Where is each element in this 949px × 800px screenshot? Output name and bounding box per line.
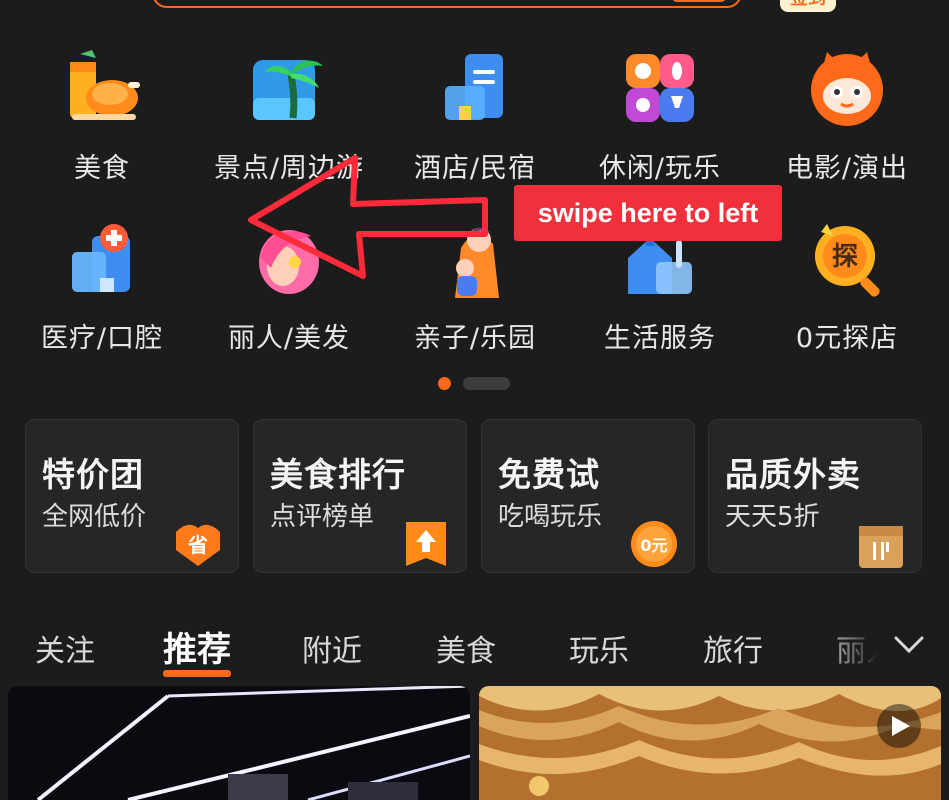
promo-subtitle: 吃喝玩乐 <box>498 502 603 532</box>
category-label: 医疗/口腔 <box>40 323 164 354</box>
feed-card[interactable] <box>479 686 941 800</box>
explore-magnifier-icon: 探 <box>807 218 887 298</box>
category-label: 生活服务 <box>604 323 716 354</box>
save-badge-icon: 省 <box>172 518 224 568</box>
promo-subtitle: 天天5折 <box>725 502 820 532</box>
chevron-down-icon[interactable] <box>892 632 926 656</box>
category-hotel[interactable]: 酒店/民宿 <box>390 48 560 185</box>
feed-image <box>479 686 941 800</box>
category-food[interactable]: 美食 <box>17 48 187 185</box>
cat-face-icon <box>807 48 887 128</box>
category-leisure[interactable]: 休闲/玩乐 <box>575 48 745 185</box>
search-button[interactable] <box>670 0 728 2</box>
page-indicator <box>438 377 518 391</box>
hotel-building-icon <box>435 48 515 128</box>
category-medical[interactable]: 医疗/口腔 <box>17 218 187 355</box>
promo-title: 品质外卖 <box>725 455 861 494</box>
category-free-explore[interactable]: 探 0元探店 <box>762 218 932 355</box>
promo-subtitle: 点评榜单 <box>270 502 375 532</box>
category-scenic[interactable]: 景点/周边游 <box>204 48 374 185</box>
search-bar[interactable] <box>152 0 742 8</box>
leisure-grid-icon <box>620 48 700 128</box>
category-label: 电影/演出 <box>785 153 909 184</box>
palm-tree-icon <box>249 48 329 128</box>
category-label: 酒店/民宿 <box>413 153 537 184</box>
promo-card-free-trial[interactable]: 免费试 吃喝玩乐 0元 <box>481 419 695 573</box>
feed-tab-bar: 关注 推荐 附近 美食 玩乐 旅行 丽人 <box>0 616 949 677</box>
svg-text:0元: 0元 <box>640 536 667 555</box>
rank-up-arrow-icon <box>400 518 452 568</box>
tab-recommend[interactable]: 推荐 <box>163 622 231 677</box>
tab-fade <box>820 616 949 676</box>
tab-food[interactable]: 美食 <box>436 626 496 670</box>
tab-travel[interactable]: 旅行 <box>703 626 763 670</box>
promo-card-food-ranking[interactable]: 美食排行 点评榜单 <box>253 419 467 573</box>
category-movie[interactable]: 电影/演出 <box>762 48 932 185</box>
zero-yuan-coin-icon: 0元 <box>628 518 680 568</box>
takeout-bag-icon <box>855 518 907 568</box>
promo-title: 美食排行 <box>270 455 406 494</box>
category-label: 0元探店 <box>795 323 899 354</box>
feed-image <box>8 686 470 800</box>
category-label: 休闲/玩乐 <box>598 153 722 184</box>
medical-building-icon <box>62 218 142 298</box>
promo-title: 特价团 <box>42 455 144 494</box>
promo-subtitle: 全网低价 <box>42 502 147 532</box>
category-beauty[interactable]: 丽人/美发 <box>204 218 374 355</box>
svg-text:探: 探 <box>832 242 858 272</box>
tab-follow[interactable]: 关注 <box>35 626 95 670</box>
feed-card[interactable] <box>8 686 470 800</box>
parent-child-icon <box>435 218 515 298</box>
beauty-hair-icon <box>249 218 329 298</box>
tab-play[interactable]: 玩乐 <box>569 626 629 670</box>
svg-text:省: 省 <box>187 533 208 557</box>
category-label: 美食 <box>74 153 130 184</box>
roast-chicken-drink-icon <box>62 48 142 128</box>
sign-in-badge[interactable]: 签到 <box>780 0 836 12</box>
page-dot-active <box>438 377 451 390</box>
promo-card-quality-takeout[interactable]: 品质外卖 天天5折 <box>708 419 922 573</box>
category-label: 亲子/乐园 <box>413 323 537 354</box>
play-video-icon[interactable] <box>877 704 921 748</box>
tab-nearby[interactable]: 附近 <box>302 626 362 670</box>
page-dot <box>463 377 510 390</box>
promo-card-deals[interactable]: 特价团 全网低价 省 <box>25 419 239 573</box>
category-label: 景点/周边游 <box>213 153 365 184</box>
category-label: 丽人/美发 <box>227 323 351 354</box>
annotation-callout: swipe here to left <box>514 185 782 241</box>
promo-title: 免费试 <box>498 455 600 494</box>
